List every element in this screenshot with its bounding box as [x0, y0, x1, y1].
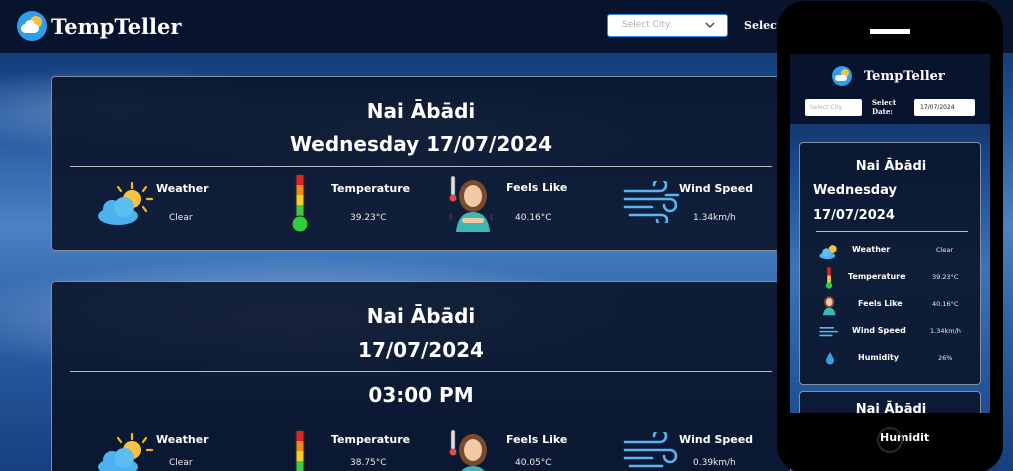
mobile-navbar: TempTeller Select City Select Date: 17/0…	[790, 54, 990, 124]
metric-value: 40.05°C	[515, 458, 552, 468]
mobile-select-date-label: Select Date:	[872, 98, 897, 116]
metric-label: Temperature	[331, 182, 411, 195]
mobile-forecast-card: Nai Ābādi	[799, 391, 981, 413]
metric-value: 39.23°C	[350, 213, 387, 223]
select-city-placeholder: Select City	[810, 104, 843, 111]
city-name: Nai Ābādi	[855, 159, 927, 174]
mobile-row-weather: Weather Clear	[800, 240, 982, 260]
weather-sun-cloud-icon	[98, 432, 154, 471]
divider	[70, 371, 772, 372]
metric-weather: Weather Clear	[94, 177, 264, 237]
metric-value: 39.23°C	[932, 273, 959, 281]
feels-like-person-icon	[449, 429, 487, 471]
feels-like-person-icon	[449, 175, 493, 232]
metric-label: Wind Speed	[679, 182, 754, 195]
metric-label: Feels Like	[506, 181, 568, 194]
select-city-dropdown[interactable]: Select City	[607, 14, 728, 37]
phone-speaker	[870, 29, 910, 34]
mobile-current-weather-card: Nai Ābādi Wednesday 17/07/2024 Weather C…	[799, 142, 981, 385]
metric-label: Weather	[156, 433, 209, 446]
metric-value: 40.16°C	[932, 300, 959, 308]
wind-icon	[819, 327, 839, 337]
metric-label: Temperature	[848, 272, 906, 281]
forecast-city-name: Nai Ābādi	[855, 402, 927, 413]
mobile-row-temperature: Temperature 39.23°C	[800, 267, 982, 289]
metric-value: Clear	[169, 213, 193, 223]
date-line: Wednesday 17/07/2024	[289, 132, 553, 156]
current-weather-card: Nai Ābādi Wednesday 17/07/2024 Weather C…	[51, 76, 791, 251]
mobile-screen: TempTeller Select City Select Date: 17/0…	[790, 54, 990, 413]
feels-like-person-icon	[823, 296, 836, 316]
metric-label: Feels Like	[506, 433, 568, 446]
forecast-metric-temperature: Temperature 38.75°C	[290, 428, 460, 471]
wind-icon	[623, 181, 680, 223]
metric-label: Wind Speed	[679, 433, 754, 446]
chevron-down-icon	[705, 22, 715, 28]
metric-label: Weather	[852, 245, 891, 254]
metric-value: 1.34km/h	[930, 327, 961, 335]
metric-label: Temperature	[331, 433, 411, 446]
metric-label: Weather	[156, 182, 209, 195]
thermometer-icon	[825, 267, 833, 289]
app-logo-icon	[832, 66, 852, 86]
forecast-metric-weather: Weather Clear	[94, 428, 264, 471]
divider	[816, 231, 968, 232]
city-name: Nai Ābādi	[366, 99, 476, 123]
forecast-card: Nai Ābādi 17/07/2024 03:00 PM Weather Cl…	[51, 281, 791, 471]
metric-value: 26%	[938, 354, 953, 362]
forecast-date: 17/07/2024	[358, 338, 484, 362]
app-name: TempTeller	[51, 13, 182, 39]
divider	[70, 166, 772, 167]
metric-value: Clear	[936, 246, 953, 254]
metric-value: 38.75°C	[350, 458, 387, 468]
mobile-select-city-dropdown[interactable]: Select City	[805, 99, 862, 116]
metric-feels-like: Feels Like 40.16°C	[448, 174, 618, 236]
thermometer-icon	[291, 173, 309, 233]
forecast-time: 03:00 PM	[368, 383, 474, 407]
day-name: Wednesday	[813, 183, 897, 198]
weather-sun-cloud-icon	[819, 245, 837, 260]
metric-value: 0.39km/h	[693, 458, 736, 468]
app-name: TempTeller	[864, 68, 945, 84]
phone-home-button	[877, 427, 903, 453]
metric-temperature: Temperature 39.23°C	[290, 172, 460, 237]
date-input-value: 17/07/2024	[920, 104, 955, 111]
app-logo-icon	[17, 11, 47, 41]
forecast-metric-feels-like: Feels Like 40.05°C	[448, 428, 618, 471]
metric-wind-speed: Wind Speed 1.34km/h	[622, 177, 792, 237]
mobile-row-feels-like: Feels Like 40.16°C	[800, 294, 982, 316]
metric-value: 40.16°C	[515, 213, 552, 223]
metric-label: Feels Like	[858, 299, 903, 308]
humidity-drop-icon	[826, 352, 834, 365]
mobile-preview-frame: TempTeller Select City Select Date: 17/0…	[777, 1, 1003, 471]
forecast-metric-wind-speed: Wind Speed 0.39km/h	[622, 428, 792, 471]
mobile-date-input[interactable]: 17/07/2024	[914, 99, 975, 116]
mobile-row-humidity: Humidity 26%	[800, 348, 982, 368]
forecast-city-name: Nai Ābādi	[366, 304, 476, 328]
wind-icon	[623, 432, 678, 468]
mobile-brand[interactable]: TempTeller	[832, 66, 945, 86]
date: 17/07/2024	[813, 208, 895, 223]
select-city-placeholder: Select City	[622, 20, 671, 30]
metric-value: Clear	[169, 458, 193, 468]
brand[interactable]: TempTeller	[17, 11, 181, 41]
metric-value: 1.34km/h	[693, 213, 736, 223]
weather-sun-cloud-icon	[98, 181, 154, 225]
metric-label: Wind Speed	[852, 326, 906, 335]
thermometer-icon	[295, 429, 305, 471]
mobile-row-wind-speed: Wind Speed 1.34km/h	[800, 321, 982, 341]
metric-label: Humidity	[858, 353, 899, 362]
